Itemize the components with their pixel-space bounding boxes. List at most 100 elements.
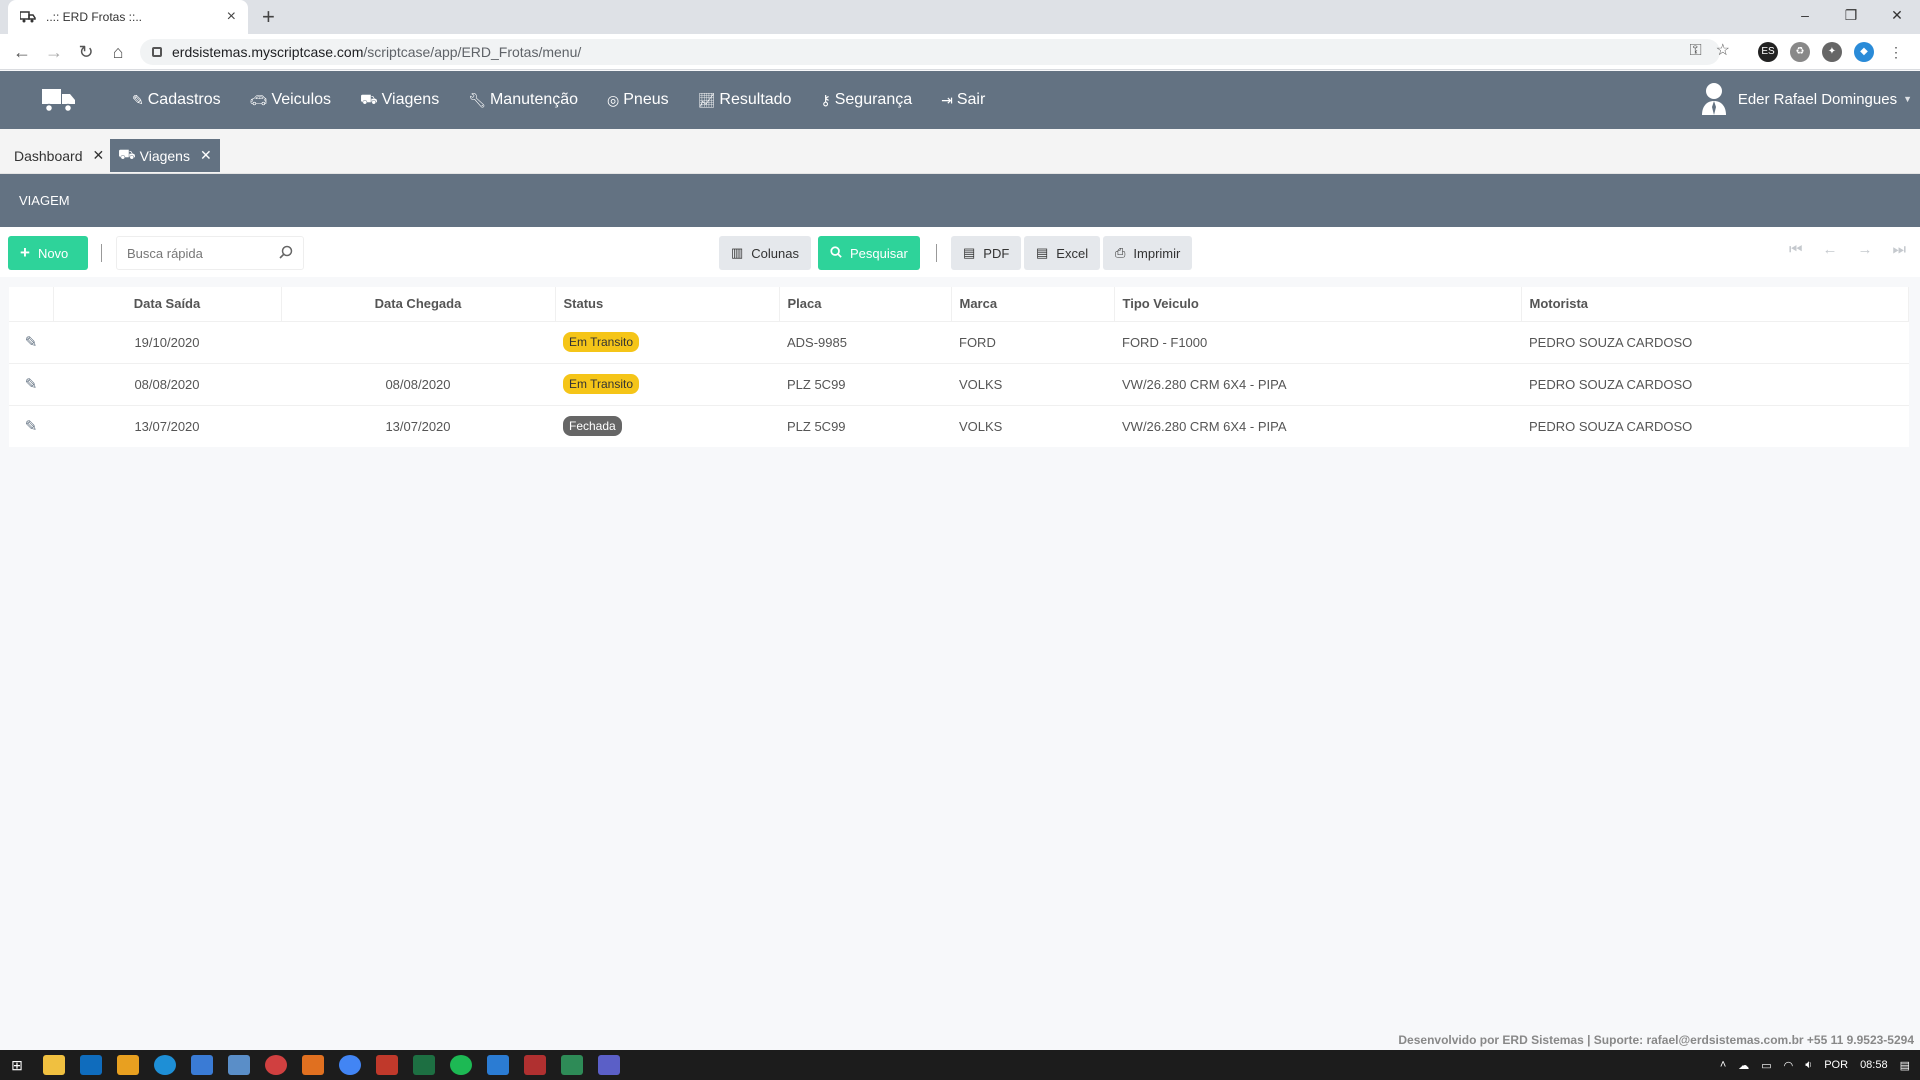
tab-label: Viagens [139,147,190,164]
cell-marca: VOLKS [951,362,1114,405]
column-header[interactable]: Placa [779,287,952,321]
wifi-icon[interactable]: ◠ [1784,1059,1794,1072]
edit-icon[interactable]: ✎ [25,376,38,393]
pagination: ⏮ ← → ⏭ [1789,241,1906,258]
acrobat-icon[interactable] [376,1055,398,1075]
minimize-icon[interactable]: – [1782,0,1828,30]
tab-dashboard[interactable]: Dashboard ✕ [6,139,112,172]
previous-page-icon[interactable]: ← [1822,241,1837,258]
phone-app-icon[interactable] [228,1055,250,1075]
truck-icon: ⛟ [118,146,136,162]
menu-cadastros[interactable]: ✎ Cadastros [132,91,221,109]
page-title: VIAGEM [0,174,1920,227]
notifications-icon[interactable]: ▤ [1900,1059,1910,1072]
menu-manutencao[interactable]: 🔧︎ Manutenção [468,91,578,109]
cell-placa: ADS-9985 [779,320,951,363]
kebab-menu-icon[interactable]: ⋮ [1886,42,1906,62]
table-header-row: Data Saída Data Chegada Status Placa Mar… [9,287,1909,321]
new-button[interactable]: + Novo [8,236,88,270]
language-indicator[interactable]: POR [1824,1059,1848,1071]
puzzle-icon[interactable]: ✦ [1822,42,1842,62]
menu-pneus[interactable]: ◎ Pneus [607,91,669,109]
home-icon[interactable]: ⌂ [106,40,130,64]
new-tab-icon[interactable]: + [262,4,275,30]
reload-icon[interactable]: ↻ [74,40,98,64]
extension-recycle-icon[interactable]: ♻ [1790,42,1810,62]
tire-icon: ◎ [607,91,620,108]
excel-button[interactable]: ▤ Excel [1024,236,1101,270]
cell-data-chegada [281,320,555,363]
close-icon[interactable]: ✕ [93,147,105,164]
plus-icon: + [20,243,30,262]
column-header[interactable]: Marca [951,287,1115,321]
notes-app-icon[interactable] [117,1055,139,1075]
header-actions [9,287,54,321]
new-button-label: Novo [37,245,69,261]
file-explorer-icon[interactable] [43,1055,65,1075]
columns-button[interactable]: ▥ Colunas [719,236,811,270]
clock[interactable]: 08:58 [1860,1059,1888,1071]
column-header[interactable]: Motorista [1521,287,1909,321]
forward-icon[interactable]: → [42,40,66,64]
chart-icon: 📈︎ [697,91,716,108]
excel-icon[interactable] [413,1055,435,1075]
browser-tab[interactable]: ..:: ERD Frotas ::.. × [8,0,248,34]
edit-icon[interactable]: ✎ [25,334,38,351]
close-icon[interactable]: ✕ [200,147,212,164]
menu-seguranca[interactable]: ⚷ Segurança [820,91,912,109]
column-header[interactable]: Tipo Veiculo [1114,287,1522,321]
sublime-icon[interactable] [302,1055,324,1075]
menu-sair[interactable]: ⇥ Sair [941,91,985,109]
cloud-icon[interactable]: ☁ [1738,1059,1749,1072]
search-icon[interactable] [279,245,293,262]
user-menu[interactable]: Eder Rafael Domingues ▼ [1700,81,1912,117]
quick-search-input[interactable]: Busca rápida [116,236,304,270]
column-header[interactable]: Data Saída [53,287,282,321]
truck-favicon-icon [20,11,36,23]
sign-out-icon: ⇥ [941,91,953,108]
app-red-icon[interactable] [265,1055,287,1075]
search-icon [830,245,842,261]
mail-icon[interactable] [191,1055,213,1075]
menu-resultado[interactable]: 📈︎ Resultado [698,91,792,109]
menu-veiculos[interactable]: 🚗︎ Veiculos [250,91,331,109]
brave-icon[interactable] [524,1055,546,1075]
outlook-icon[interactable] [80,1055,102,1075]
truck-logo-icon[interactable] [42,87,76,113]
restore-icon[interactable]: ❐ [1828,0,1874,30]
extension-blue-icon[interactable]: ◆ [1854,42,1874,62]
edit-icon[interactable]: ✎ [25,418,38,435]
url-input[interactable]: erdsistemas.myscriptcase.com/scriptcase/… [140,39,1720,65]
spreadsheet-app-icon[interactable] [561,1055,583,1075]
search-button[interactable]: Pesquisar [818,236,920,270]
caret-down-icon: ▼ [1903,94,1912,104]
star-icon[interactable]: ☆ [1716,38,1730,64]
close-tab-icon[interactable]: × [227,8,236,26]
chevron-up-icon[interactable]: ˄ [1720,1059,1726,1071]
first-page-icon[interactable]: ⏮ [1789,241,1803,258]
edge-icon[interactable] [154,1055,176,1075]
close-window-icon[interactable]: ✕ [1874,0,1920,30]
column-header[interactable]: Status [555,287,780,321]
lock-icon [152,47,162,57]
cell-tipo-veiculo: VW/26.280 CRM 6X4 - PIPA [1114,362,1521,405]
next-page-icon[interactable]: → [1857,241,1872,258]
edit-cell: ✎ [9,362,53,405]
print-button[interactable]: ⎙ Imprimir [1103,236,1193,270]
tab-viagens[interactable]: ⛟ Viagens ✕ [110,139,220,172]
volume-icon[interactable]: 🔉︎ [1805,1059,1812,1072]
battery-icon[interactable]: ▭ [1761,1059,1771,1072]
key-icon[interactable]: ⚿ [1689,38,1701,64]
last-page-icon[interactable]: ⏭ [1892,241,1906,258]
chrome-icon[interactable] [339,1055,361,1075]
back-icon[interactable]: ← [10,40,34,64]
extension-es-icon[interactable]: ES [1758,42,1778,62]
cell-data-saida: 13/07/2020 [53,404,281,447]
spotify-icon[interactable] [450,1055,472,1075]
menu-viagens[interactable]: ⛟ Viagens [360,91,439,110]
windows-start-icon[interactable]: ⊞ [6,1055,28,1075]
pdf-button[interactable]: ▤ PDF [951,236,1022,270]
word-icon[interactable] [487,1055,509,1075]
column-header[interactable]: Data Chegada [281,287,556,321]
teams-icon[interactable] [598,1055,620,1075]
